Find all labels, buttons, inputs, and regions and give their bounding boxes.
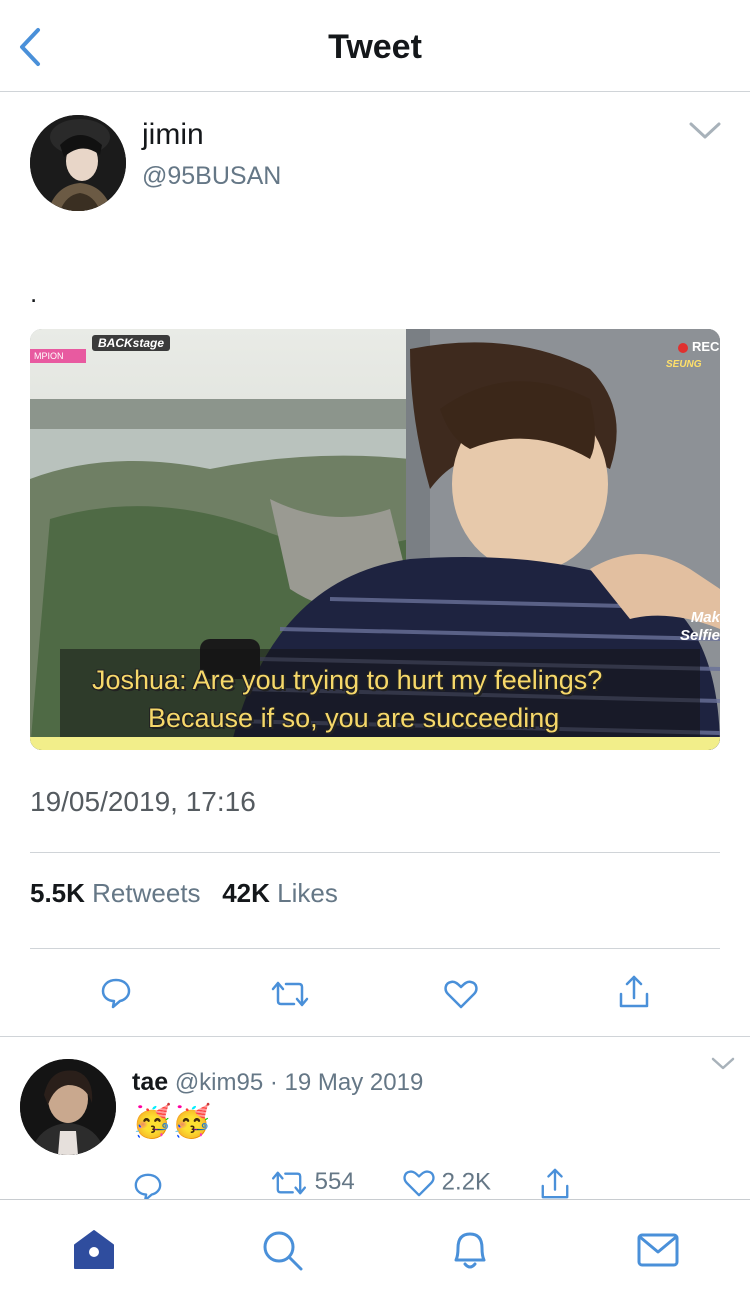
avatar[interactable]	[30, 115, 126, 211]
tweet-text: .	[30, 278, 38, 308]
section-separator	[0, 1036, 750, 1037]
heart-icon	[403, 1170, 435, 1197]
tweet-timestamp: 19/05/2019, 17:16	[30, 786, 256, 817]
media-corner-tag: BACKstage	[92, 335, 171, 351]
reply-share-button[interactable]	[539, 1167, 571, 1201]
search-icon	[263, 1231, 303, 1271]
retweet-button[interactable]	[270, 979, 310, 1009]
likes-label[interactable]: Likes	[277, 878, 338, 908]
speech-bubble-icon	[101, 978, 131, 1009]
rec-dot-icon	[678, 342, 688, 353]
home-icon	[74, 1230, 114, 1269]
speech-bubble-icon	[134, 1173, 162, 1202]
tab-search[interactable]	[260, 1228, 304, 1272]
reply-button[interactable]	[100, 977, 132, 1009]
media-subtitle-line2: Because if so, you are succeeding	[148, 703, 560, 733]
likes-count[interactable]: 42K	[222, 878, 270, 908]
reply-text: 🥳🥳	[132, 1103, 212, 1139]
tab-notifications[interactable]	[448, 1228, 492, 1272]
tweet-media[interactable]: BACKstage MPION REC SEUNG Mak Selfie Jos…	[30, 329, 720, 750]
reply-like-count: 2.2K	[441, 1168, 492, 1196]
tweet-stats: 5.5K Retweets 42K Likes	[30, 878, 338, 909]
reply-date: 19 May 2019	[284, 1069, 424, 1096]
media-caption-mak: Mak Selfie	[679, 609, 720, 644]
reply-retweet-count: 554	[314, 1168, 355, 1195]
chevron-down-icon[interactable]	[710, 1056, 736, 1072]
tab-messages[interactable]	[636, 1228, 680, 1272]
author-name[interactable]: jimin	[142, 118, 204, 152]
heart-icon	[444, 980, 478, 1009]
reply-header: tae @kim95 · 19 May 2019	[132, 1068, 423, 1097]
retweets-label[interactable]: Retweets	[92, 878, 200, 908]
divider	[30, 852, 720, 853]
media-rec-label: REC	[678, 339, 719, 354]
reply-author-handle[interactable]: @kim95	[175, 1069, 263, 1096]
reply-like-button[interactable]: 2.2K	[403, 1168, 491, 1198]
nav-bar: Tweet	[0, 0, 750, 92]
chevron-down-icon[interactable]	[688, 120, 722, 142]
media-seung-label: SEUNG	[666, 359, 702, 370]
bell-icon	[454, 1232, 486, 1269]
retweets-count[interactable]: 5.5K	[30, 878, 85, 908]
media-pink-tag: MPION	[30, 349, 86, 363]
mail-icon	[637, 1233, 679, 1267]
reply-author-name[interactable]: tae	[132, 1068, 168, 1096]
media-subtitle-line1: Joshua: Are you trying to hurt my feelin…	[92, 665, 603, 695]
share-icon	[619, 975, 649, 1008]
retweet-icon	[271, 1171, 307, 1195]
author-handle[interactable]: @95BUSAN	[142, 162, 281, 191]
like-button[interactable]	[444, 978, 478, 1010]
share-button[interactable]	[617, 974, 651, 1010]
share-icon	[541, 1168, 569, 1199]
divider	[30, 948, 720, 949]
reply-avatar[interactable]	[20, 1059, 116, 1155]
tab-bar	[0, 1199, 750, 1297]
retweet-icon	[271, 981, 309, 1007]
reply-separator: ·	[269, 1069, 278, 1096]
tab-home[interactable]	[72, 1228, 116, 1272]
page-title: Tweet	[328, 28, 422, 66]
reply-retweet-button[interactable]: 554	[270, 1168, 355, 1197]
reply-reply-button[interactable]	[133, 1172, 163, 1202]
